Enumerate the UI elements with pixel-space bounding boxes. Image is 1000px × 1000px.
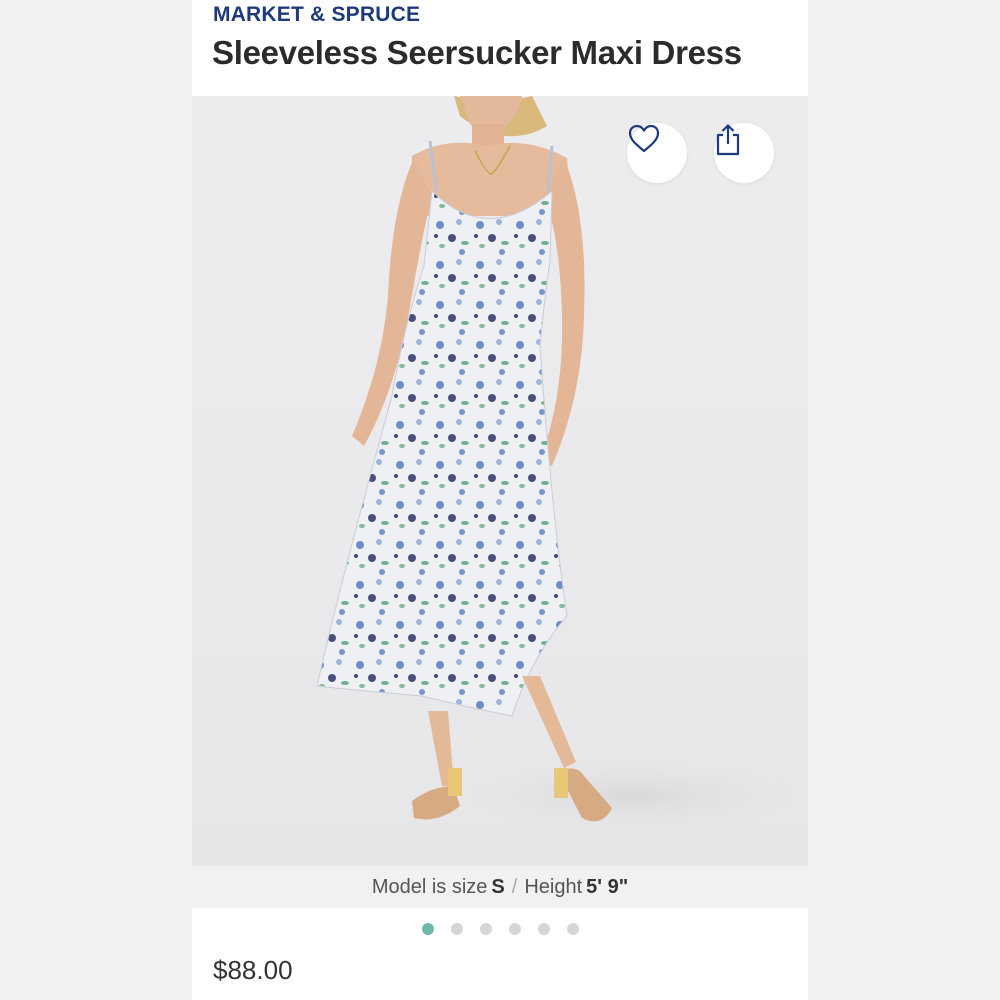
product-card: MARKET & SPRUCE Sleeveless Seersucker Ma… xyxy=(192,0,808,1000)
carousel-dot-6[interactable] xyxy=(567,923,579,935)
model-size-value: S xyxy=(491,875,505,898)
height-label: Height xyxy=(524,875,583,898)
model-illustration xyxy=(316,96,808,836)
heart-icon xyxy=(628,124,660,153)
carousel-dot-1[interactable] xyxy=(422,923,434,935)
model-size-caption: Model is size S / Height 5' 9" xyxy=(192,866,808,908)
share-icon xyxy=(716,124,740,156)
product-image[interactable] xyxy=(192,96,808,866)
left-margin xyxy=(0,0,192,1000)
model-height-value: 5' 9" xyxy=(586,875,629,898)
brand-link[interactable]: MARKET & SPRUCE xyxy=(213,3,420,27)
product-price: $88.00 xyxy=(213,955,293,985)
favorite-button[interactable] xyxy=(627,123,687,183)
right-margin xyxy=(808,0,1000,1000)
carousel-dot-5[interactable] xyxy=(538,923,550,935)
product-title: Sleeveless Seersucker Maxi Dress xyxy=(212,34,742,71)
caption-prefix: Model is size xyxy=(371,875,488,898)
image-carousel-dots xyxy=(422,923,579,935)
carousel-dot-3[interactable] xyxy=(480,923,492,935)
share-button[interactable] xyxy=(714,123,774,183)
caption-separator: / xyxy=(511,875,518,898)
carousel-dot-4[interactable] xyxy=(509,923,521,935)
carousel-dot-2[interactable] xyxy=(451,923,463,935)
